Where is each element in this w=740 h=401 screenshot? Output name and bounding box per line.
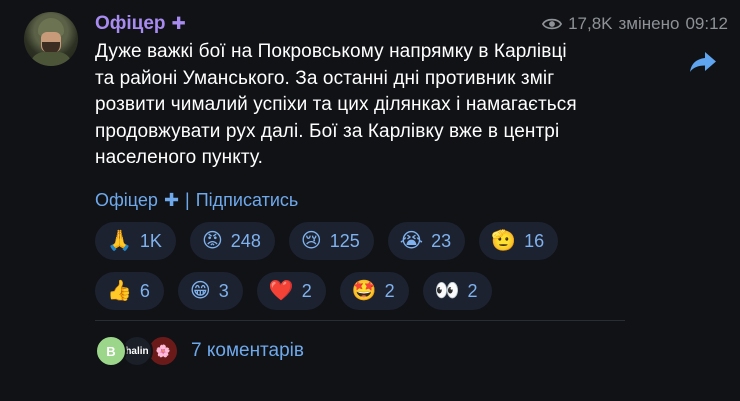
reaction-crying[interactable]: 😢 125: [288, 222, 374, 260]
reaction-count: 2: [384, 280, 395, 301]
reaction-count: 3: [218, 280, 229, 301]
author-badge-icon: ✚: [171, 14, 186, 33]
salute-icon: 🫡: [491, 230, 517, 252]
post-time: 09:12: [685, 14, 728, 33]
author-name: Офіцер: [95, 13, 166, 34]
pray-icon: 🙏: [107, 230, 132, 252]
reaction-count: 125: [329, 230, 360, 251]
edited-label: змінено: [618, 14, 680, 33]
reaction-count: 16: [524, 230, 545, 251]
eye-icon: [542, 18, 563, 30]
view-count: 17,8K: [568, 14, 613, 33]
reaction-count: 23: [431, 230, 452, 251]
link-separator: |: [185, 190, 190, 210]
reaction-grin[interactable]: 😁 3: [177, 272, 243, 310]
post-meta: 17,8K змінено 09:12: [542, 14, 728, 34]
reaction-angry[interactable]: 😡 248: [189, 222, 275, 260]
grin-face-icon: 😁: [189, 280, 211, 302]
comments-count-label: 7 коментарів: [191, 340, 304, 361]
reaction-thumbs-up[interactable]: 👍 6: [95, 272, 164, 310]
post-author[interactable]: Офіцер ✚: [95, 13, 186, 35]
commenter-avatar: B: [95, 335, 127, 367]
channel-link[interactable]: Офіцер: [95, 190, 158, 211]
reaction-count: 2: [467, 280, 478, 301]
reaction-count: 6: [139, 280, 150, 301]
channel-avatar[interactable]: [24, 12, 78, 66]
post-text: Дуже важкі бої на Покровському напрямку …: [95, 41, 577, 168]
post-links: Офіцер ✚ | Підписатись: [95, 190, 298, 211]
reaction-sobbing[interactable]: 😭 23: [387, 222, 466, 260]
reaction-eyes[interactable]: 👀 2: [422, 272, 492, 310]
reaction-salute[interactable]: 🫡 16: [479, 222, 559, 260]
reaction-heart[interactable]: ❤️ 2: [256, 272, 326, 310]
angry-face-icon: 😡: [201, 230, 223, 252]
reaction-pray[interactable]: 🙏 1K: [95, 222, 176, 260]
reactions-row-1: 🙏 1K 😡 248 😢 125 😭 23 🫡 16: [95, 222, 559, 260]
crying-face-icon: 😢: [300, 230, 322, 252]
reaction-count: 248: [230, 230, 261, 251]
comments-divider: [95, 320, 625, 321]
reaction-star-struck[interactable]: 🤩 2: [339, 272, 409, 310]
star-struck-icon: 🤩: [351, 280, 377, 302]
eyes-icon: 👀: [434, 280, 460, 302]
heart-icon: ❤️: [268, 280, 294, 302]
reaction-count: 1K: [139, 230, 162, 251]
thumbs-up-icon: 👍: [107, 280, 132, 302]
avatar-body: [30, 52, 72, 66]
sobbing-face-icon: 😭: [399, 230, 424, 252]
reactions-row-2: 👍 6 😁 3 ❤️ 2 🤩 2 👀 2: [95, 272, 492, 310]
channel-badge-icon: ✚: [163, 190, 180, 210]
subscribe-link[interactable]: Підписатись: [196, 190, 299, 211]
comments-button[interactable]: B halin 🌸 7 коментарів: [95, 335, 304, 367]
share-arrow-icon[interactable]: [688, 50, 718, 74]
reaction-count: 2: [301, 280, 312, 301]
